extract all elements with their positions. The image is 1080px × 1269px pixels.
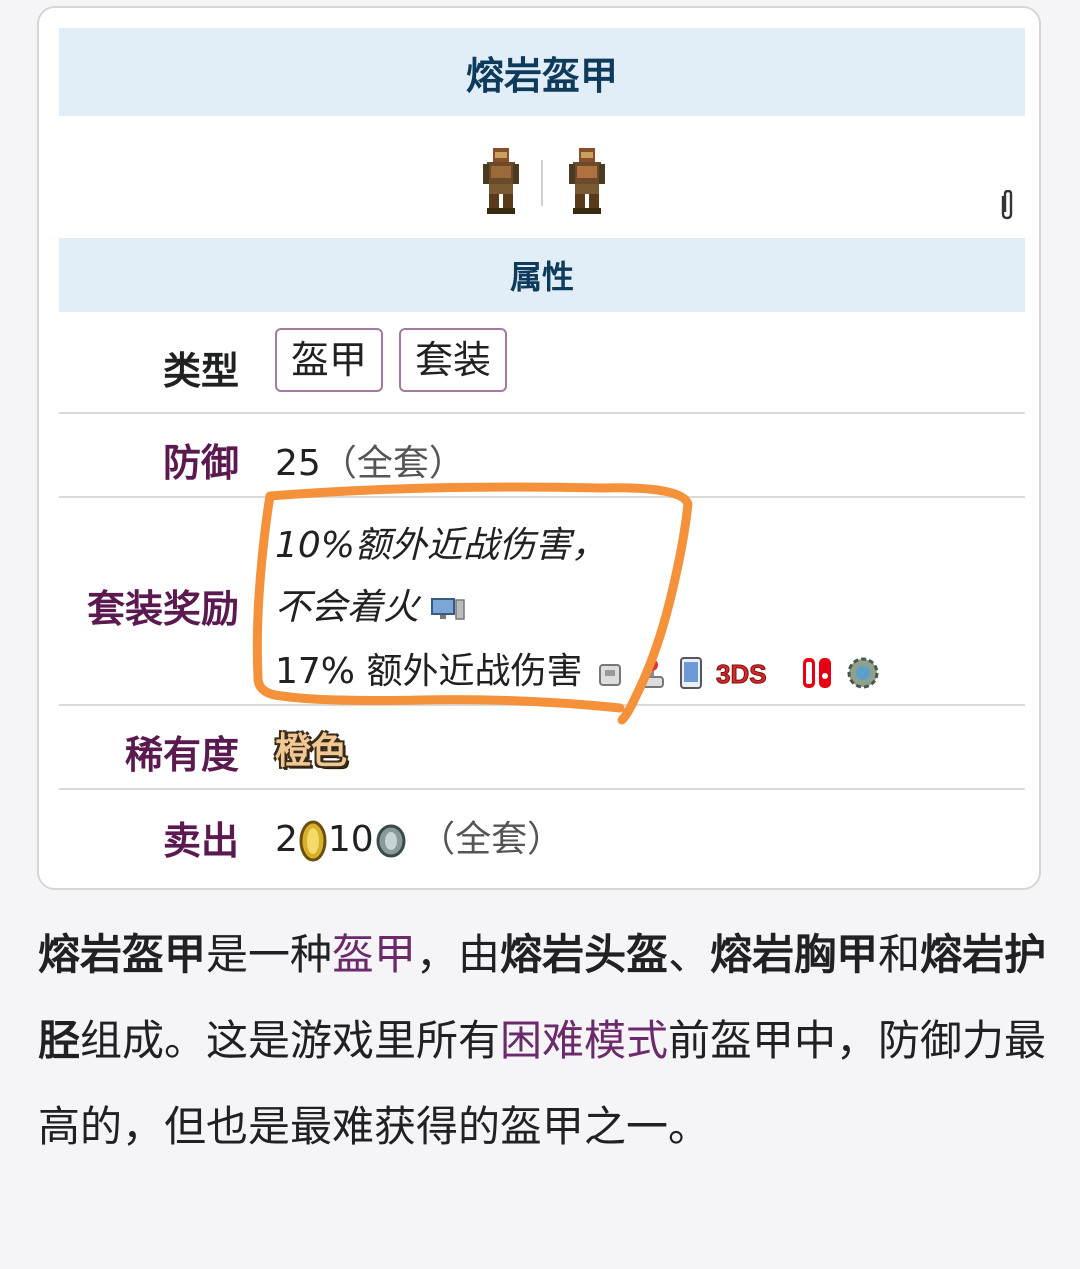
set-bonus-row: 套装奖励 10%额外近战伤害， 不会着火 17% 额外近战伤害 3DS xyxy=(59,496,1025,706)
article-text-3: 、 xyxy=(668,930,711,979)
article-text-1: 是一种 xyxy=(206,930,333,979)
link-molten-breastplate[interactable]: 熔岩胸甲 xyxy=(710,930,878,979)
switch-icon xyxy=(802,658,831,688)
article-title-bold: 熔岩盔甲 xyxy=(38,930,207,979)
joystick-icon xyxy=(640,659,665,688)
defense-number: 25 xyxy=(275,443,321,484)
attributes-header: 属性 xyxy=(59,238,1025,312)
tag-armor[interactable]: 盔甲 xyxy=(275,328,384,392)
set-bonus-line-3-text: 17% 额外近战伤害 xyxy=(275,651,583,692)
svg-text:3DS: 3DS xyxy=(716,659,767,688)
type-tags: 盔甲 套装 xyxy=(275,328,523,392)
tmodloader-icon xyxy=(847,657,879,689)
pc-icon xyxy=(431,598,466,620)
article-intro-paragraph: 熔岩盔甲是一种盔甲，由熔岩头盔、熔岩胸甲和熔岩护胫组成。这是游戏里所有困难模式前… xyxy=(38,912,1048,1170)
rarity-value[interactable]: 橙色 xyxy=(275,722,347,774)
infobox-title: 熔岩盔甲 xyxy=(59,28,1025,116)
3ds-icon: 3DS xyxy=(716,659,768,689)
sell-silver-amount: 10 xyxy=(327,819,374,860)
set-bonus-label[interactable]: 套装奖励 xyxy=(59,578,239,633)
defense-note: （全套） xyxy=(320,443,465,484)
rarity-label[interactable]: 稀有度 xyxy=(59,724,239,779)
sell-value: 2 10 （全套） xyxy=(275,810,563,864)
console-icon xyxy=(598,664,621,686)
set-bonus-line-2-text: 不会着火 xyxy=(275,587,420,628)
set-bonus-line-2: 不会着火 xyxy=(275,578,466,630)
set-bonus-line-3: 17% 额外近战伤害 3DS xyxy=(275,642,881,694)
link-molten-helmet[interactable]: 熔岩头盔 xyxy=(500,930,668,979)
item-image-row xyxy=(59,116,1025,238)
defense-label[interactable]: 防御 xyxy=(59,432,239,487)
rarity-badge[interactable]: 橙色 xyxy=(275,722,347,774)
mobile-icon xyxy=(679,657,702,689)
defense-value: 25（全套） xyxy=(275,434,465,486)
type-row: 类型 盔甲 套装 xyxy=(59,312,1025,414)
sell-note: （全套） xyxy=(419,819,564,860)
sprite-divider xyxy=(541,160,543,206)
armor-sprite-female-icon xyxy=(569,148,605,214)
rarity-row: 稀有度 橙色 xyxy=(59,704,1025,790)
set-bonus-line-1: 10%额外近战伤害， xyxy=(275,525,608,566)
link-armor[interactable]: 盔甲 xyxy=(332,930,416,979)
article-text-4: 和 xyxy=(878,930,921,979)
type-label: 类型 xyxy=(162,349,239,393)
sell-row: 卖出 2 10 （全套） xyxy=(59,788,1025,876)
sell-label[interactable]: 卖出 xyxy=(59,810,239,865)
paperclip-icon[interactable] xyxy=(999,190,1015,220)
defense-row: 防御 25（全套） xyxy=(59,412,1025,498)
gold-coin-icon xyxy=(299,820,327,862)
article-text-2: ，由 xyxy=(416,930,501,979)
sell-gold-amount: 2 xyxy=(275,819,298,860)
item-infobox: 熔岩盔甲 属性 类型 盔甲 套装 防御 25（全套） 套装奖励 10%额外近战伤… xyxy=(37,6,1041,890)
tag-set[interactable]: 套装 xyxy=(399,328,508,392)
link-hardmode[interactable]: 困难模式 xyxy=(500,1016,668,1065)
article-text-5: 组成。这是游戏里所有 xyxy=(80,1016,501,1065)
silver-coin-icon xyxy=(376,824,406,858)
armor-sprite-male-icon xyxy=(483,148,519,214)
